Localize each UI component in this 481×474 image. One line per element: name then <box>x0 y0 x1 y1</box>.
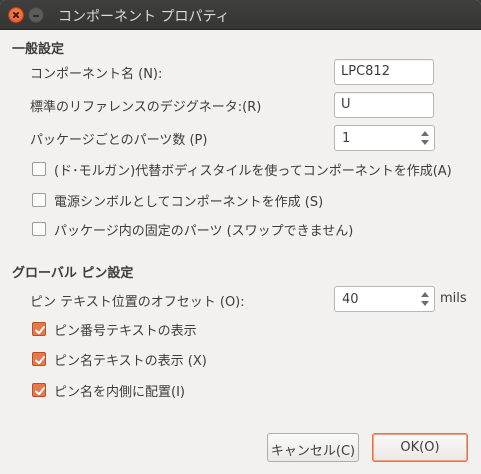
reference-designator-input[interactable]: U <box>334 92 434 118</box>
pin-name-inside-checkbox[interactable] <box>32 383 46 397</box>
checkmark-icon <box>35 387 45 396</box>
offset-spinner-arrows[interactable] <box>417 287 434 311</box>
checkmark-icon <box>35 356 45 365</box>
pin-name-inside-label: ピン名を内側に配置(I) <box>54 385 185 400</box>
reference-designator-label: 標準のリファレンスのデジグネータ:(R) <box>30 100 262 115</box>
component-name-input[interactable]: LPC812 <box>334 59 434 85</box>
locked-parts-label: パッケージ内の固定のパーツ (スワップできません) <box>54 224 354 239</box>
window-title: コンポーネント プロパティ <box>58 9 230 25</box>
power-symbol-checkbox[interactable] <box>32 193 46 207</box>
pin-settings-heading: グローバル ピン設定 <box>12 266 134 281</box>
close-icon[interactable] <box>8 7 24 23</box>
show-pin-number-label: ピン番号テキストの表示 <box>54 324 197 339</box>
offset-up-icon[interactable] <box>421 292 429 297</box>
pin-text-offset-value: 40 <box>342 292 359 307</box>
spinner-arrows[interactable] <box>417 126 434 150</box>
option-show-pin-name[interactable]: ピン名テキストの表示 (X) <box>32 350 332 370</box>
show-pin-name-label: ピン名テキストの表示 (X) <box>54 354 207 369</box>
show-pin-number-checkbox[interactable] <box>32 322 46 336</box>
offset-unit-label: mils <box>440 291 467 306</box>
checkmark-icon <box>35 326 45 335</box>
spinner-down-icon[interactable] <box>421 140 429 145</box>
pin-text-offset-label: ピン テキスト位置のオフセット (O): <box>30 295 245 310</box>
option-locked-parts[interactable]: パッケージ内の固定のパーツ (スワップできません) <box>32 220 472 240</box>
power-symbol-label: 電源シンボルとしてコンポーネントを作成 (S) <box>54 195 324 210</box>
locked-parts-checkbox[interactable] <box>32 222 46 236</box>
offset-down-icon[interactable] <box>421 301 429 306</box>
pin-text-offset-spinner[interactable]: 40 <box>334 286 435 312</box>
parts-per-package-value: 1 <box>342 131 351 146</box>
title-bar: コンポーネント プロパティ <box>0 0 481 30</box>
demorgan-checkbox[interactable] <box>32 162 46 176</box>
parts-per-package-label: パッケージごとのパーツ数 (P) <box>30 133 208 148</box>
option-pin-name-inside[interactable]: ピン名を内側に配置(I) <box>32 381 332 401</box>
spinner-up-icon[interactable] <box>421 131 429 136</box>
option-show-pin-number[interactable]: ピン番号テキストの表示 <box>32 320 332 340</box>
ok-button[interactable]: OK(O) <box>372 433 468 462</box>
option-demorgan[interactable]: (ド･モルガン)代替ボディスタイルを使ってコンポーネントを作成(A) <box>32 160 472 180</box>
option-power-symbol[interactable]: 電源シンボルとしてコンポーネントを作成 (S) <box>32 191 472 211</box>
general-settings-heading: 一般設定 <box>12 42 65 57</box>
component-properties-dialog: コンポーネント プロパティ 一般設定 コンポーネント名 (N): LPC812 … <box>0 0 481 474</box>
demorgan-label: (ド･モルガン)代替ボディスタイルを使ってコンポーネントを作成(A) <box>54 164 452 179</box>
parts-per-package-spinner[interactable]: 1 <box>334 125 435 151</box>
cancel-button[interactable]: キャンセル(C) <box>267 433 359 462</box>
show-pin-name-checkbox[interactable] <box>32 352 46 366</box>
component-name-label: コンポーネント名 (N): <box>30 67 163 82</box>
minimize-icon[interactable] <box>28 7 44 23</box>
